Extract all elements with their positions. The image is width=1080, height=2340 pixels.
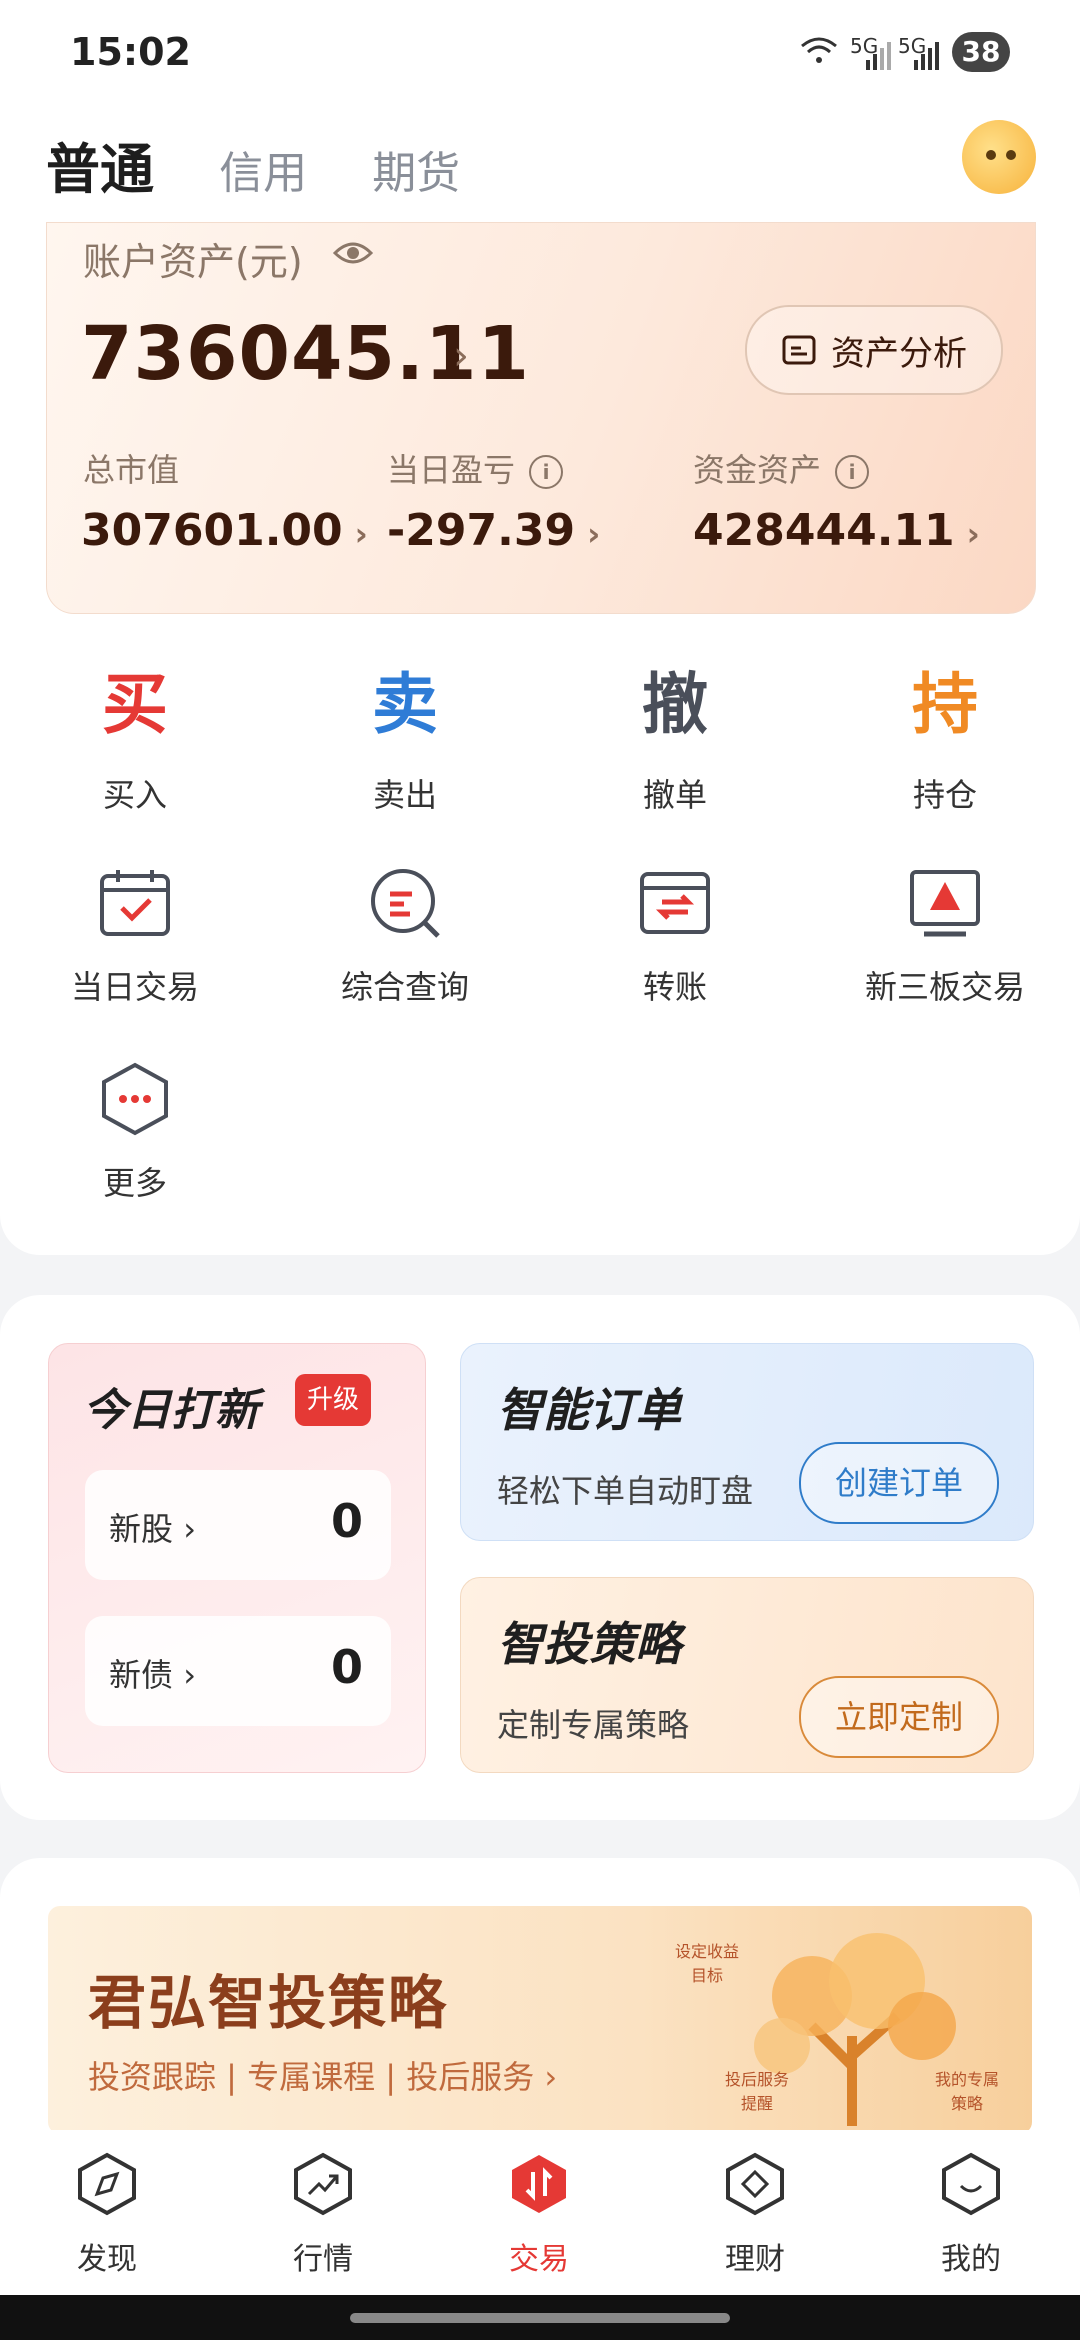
daily-pl-value[interactable]: -297.39 › xyxy=(387,505,600,556)
asset-analysis-label: 资产分析 xyxy=(831,333,967,374)
today-trades-label: 当日交易 xyxy=(70,968,199,1006)
chevron-right-icon: › xyxy=(587,515,601,553)
buy-icon: 买 xyxy=(102,666,168,743)
signal-bars-icon-2 xyxy=(912,40,940,74)
transfer-icon xyxy=(638,866,712,940)
status-bar: 15:02 5G 5G 38 xyxy=(0,0,1080,100)
asset-analysis-button[interactable]: 资产分析 xyxy=(745,305,1003,395)
monitor-icon xyxy=(908,866,982,940)
search-query-icon xyxy=(368,866,442,940)
nav-discover[interactable]: 发现 xyxy=(42,2152,172,2278)
buy-label: 买入 xyxy=(102,776,167,814)
profile-icon xyxy=(941,2152,1001,2216)
buy-action[interactable]: 买 买入 xyxy=(35,660,235,816)
today-trades-action[interactable]: 当日交易 xyxy=(35,866,235,1008)
daily-pl-label: 当日盈亏 i xyxy=(387,445,564,491)
chevron-right-icon: › xyxy=(966,515,980,553)
neeq-trade-action[interactable]: 新三板交易 xyxy=(845,866,1045,1008)
new-stock-label: 新股 › xyxy=(109,1510,196,1548)
new-bond-count: 0 xyxy=(330,1640,363,1694)
nav-wealth[interactable]: 理财 xyxy=(690,2152,820,2278)
new-stock-row[interactable]: 新股 › 0 xyxy=(85,1470,391,1580)
wealth-icon xyxy=(725,2152,785,2216)
nav-wealth-label: 理财 xyxy=(725,2242,785,2277)
info-icon[interactable]: i xyxy=(835,455,870,489)
neeq-trade-label: 新三板交易 xyxy=(864,968,1025,1006)
compass-icon xyxy=(77,2152,137,2216)
holdings-label: 持仓 xyxy=(912,776,977,814)
tree-illustration: 设定收益目标 投后服务提醒 我的专属策略 xyxy=(675,1916,1002,2126)
create-order-button[interactable]: 创建订单 xyxy=(799,1442,999,1524)
tree-label: 投后服务提醒 xyxy=(724,2070,789,2113)
nav-profile[interactable]: 我的 xyxy=(906,2152,1036,2278)
fund-assets-value[interactable]: 428444.11 › xyxy=(693,505,980,556)
home-indicator[interactable] xyxy=(350,2313,730,2323)
smart-order-card[interactable]: 智能订单 轻松下单自动盯盘 创建订单 xyxy=(460,1343,1034,1541)
status-time: 15:02 xyxy=(70,30,191,74)
nav-trade-label: 交易 xyxy=(509,2242,569,2277)
tab-normal[interactable]: 普通 xyxy=(46,125,154,204)
account-type-tabs: 普通 信用 期货 xyxy=(46,125,520,205)
nav-market[interactable]: 行情 xyxy=(258,2152,388,2278)
banner-title: 君弘智投策略 xyxy=(88,1969,449,2037)
market-value-label: 总市值 xyxy=(83,451,180,489)
nav-trade[interactable]: 交易 xyxy=(474,2152,604,2278)
market-value[interactable]: 307601.00 › xyxy=(81,505,368,556)
fund-assets-label: 资金资产 i xyxy=(693,445,870,491)
nav-profile-label: 我的 xyxy=(941,2242,1001,2277)
promo-section: 今日打新 升级 新股 › 0 新债 › 0 智能订单 轻松下单自动盯盘 创建订单… xyxy=(0,1295,1080,1820)
smart-order-subtitle: 轻松下单自动盯盘 xyxy=(497,1472,754,1510)
trend-icon xyxy=(293,2152,353,2216)
tree-label: 设定收益目标 xyxy=(674,1942,739,1985)
holdings-action[interactable]: 持 持仓 xyxy=(845,660,1045,816)
banner-subtitle: 投资跟踪 | 专属课程 | 投后服务 › xyxy=(88,2058,558,2096)
banner-section: 君弘智投策略 投资跟踪 | 专属课程 | 投后服务 › 设定收益目标 投后服务提… xyxy=(0,1858,1080,2158)
trade-icon xyxy=(509,2152,569,2216)
bottom-nav: 发现 行情 交易 理财 我的 xyxy=(0,2130,1080,2295)
more-hexagon-icon xyxy=(98,1062,172,1136)
new-stock-count: 0 xyxy=(330,1494,363,1548)
calendar-check-icon xyxy=(98,866,172,940)
upgrade-badge: 升级 xyxy=(295,1374,372,1426)
strategy-banner[interactable]: 君弘智投策略 投资跟踪 | 专属课程 | 投后服务 › 设定收益目标 投后服务提… xyxy=(48,1906,1032,2134)
info-icon[interactable]: i xyxy=(529,455,564,489)
account-assets-card: 账户资产(元) 736045.11 › 资产分析 总市值 307601.00 › … xyxy=(46,222,1036,614)
cancel-order-icon: 撤 xyxy=(642,666,708,743)
sell-icon: 卖 xyxy=(372,666,438,743)
nav-market-label: 行情 xyxy=(293,2242,353,2277)
chevron-right-icon: › xyxy=(453,333,469,379)
battery-indicator: 38 xyxy=(952,32,1010,72)
assets-label: 账户资产(元) xyxy=(83,240,303,284)
holdings-icon: 持 xyxy=(912,666,978,743)
tab-credit[interactable]: 信用 xyxy=(219,137,307,201)
more-label: 更多 xyxy=(102,1164,167,1202)
more-action[interactable]: 更多 xyxy=(35,1062,235,1204)
new-bond-row[interactable]: 新债 › 0 xyxy=(85,1616,391,1726)
avatar[interactable] xyxy=(962,120,1036,194)
query-action[interactable]: 综合查询 xyxy=(305,866,505,1008)
transfer-action[interactable]: 转账 xyxy=(575,866,775,1008)
nav-discover-label: 发现 xyxy=(77,2242,137,2277)
customize-button[interactable]: 立即定制 xyxy=(799,1676,999,1758)
eye-icon[interactable] xyxy=(332,233,374,273)
ipo-title: 今日打新 xyxy=(83,1385,259,1436)
tree-label: 我的专属策略 xyxy=(934,2070,999,2113)
strategy-title: 智投策略 xyxy=(497,1617,681,1671)
tab-futures[interactable]: 期货 xyxy=(372,137,460,201)
ipo-card[interactable]: 今日打新 升级 新股 › 0 新债 › 0 xyxy=(48,1343,426,1773)
sell-action[interactable]: 卖 卖出 xyxy=(305,660,505,816)
chevron-right-icon: › xyxy=(354,515,368,553)
wifi-icon xyxy=(800,36,838,70)
new-bond-label: 新债 › xyxy=(109,1656,196,1694)
strategy-subtitle: 定制专属策略 xyxy=(497,1706,690,1744)
signal-bars-icon-1 xyxy=(864,40,892,74)
query-label: 综合查询 xyxy=(340,968,469,1006)
analysis-icon xyxy=(782,335,816,365)
strategy-card[interactable]: 智投策略 定制专属策略 立即定制 xyxy=(460,1577,1034,1773)
transfer-label: 转账 xyxy=(642,968,707,1006)
cancel-order-label: 撤单 xyxy=(642,776,707,814)
smart-order-title: 智能订单 xyxy=(497,1383,681,1437)
cancel-order-action[interactable]: 撤 撤单 xyxy=(575,660,775,816)
sell-label: 卖出 xyxy=(372,776,437,814)
